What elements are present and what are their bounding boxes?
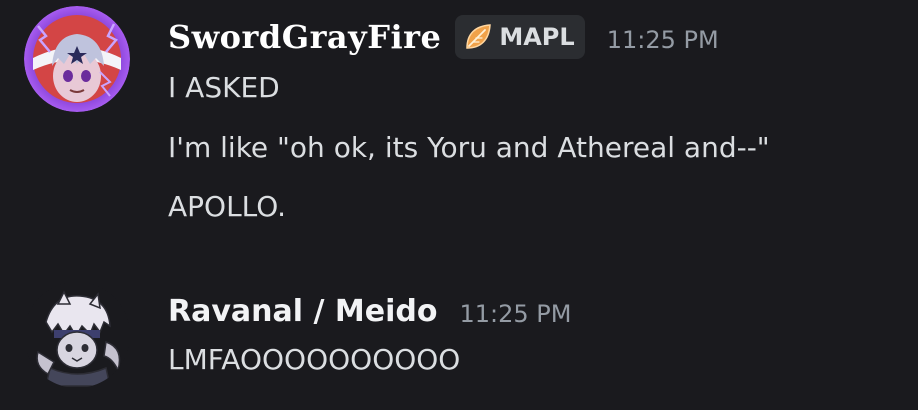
avatar[interactable]: [24, 6, 130, 112]
message-text: I ASKED: [168, 71, 280, 104]
message-header: Ravanal / Meido 11:25 PM: [168, 286, 571, 336]
server-tag-badge[interactable]: MAPL: [455, 15, 585, 59]
username[interactable]: Ravanal / Meido: [168, 294, 437, 329]
message-group-1: SwordGrayFire MAPL 11:25 PM I ASKED I'm …: [0, 0, 918, 250]
message-text: I'm like "oh ok, its Yoru and Athereal a…: [168, 131, 770, 164]
server-tag-label: MAPL: [499, 23, 575, 51]
message-text: LMFAOOOOOOOOOO: [168, 343, 461, 376]
avatar[interactable]: [24, 282, 130, 388]
timestamp[interactable]: 11:25 PM: [607, 26, 719, 54]
timestamp[interactable]: 11:25 PM: [459, 300, 571, 328]
message-header: SwordGrayFire MAPL 11:25 PM: [168, 12, 719, 62]
username[interactable]: SwordGrayFire: [168, 18, 441, 56]
message-text: APOLLO.: [168, 190, 287, 223]
leaf-icon: [463, 22, 493, 52]
message-group-2: Ravanal / Meido 11:25 PM LMFAOOOOOOOOOO: [0, 272, 918, 402]
